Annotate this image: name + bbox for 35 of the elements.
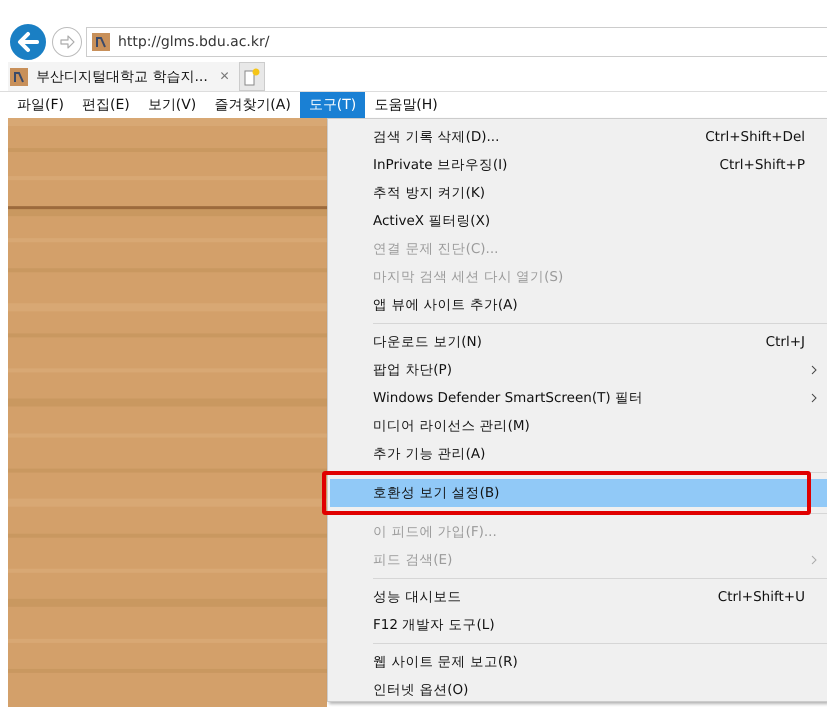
menu-bar-item[interactable]: 도구(T): [300, 92, 366, 118]
menu-bar-item[interactable]: 파일(F): [8, 92, 73, 118]
back-arrow-icon: [15, 29, 41, 55]
forward-arrow-icon: [58, 33, 76, 51]
tab-title: 부산디지털대학교 학습지...: [36, 68, 208, 86]
menu-item[interactable]: 추적 방지 켜기(K): [330, 179, 827, 207]
menu-item[interactable]: 팝업 차단(P): [330, 356, 827, 384]
browser-tab[interactable]: 부산디지털대학교 학습지... ×: [8, 62, 240, 91]
menu-item[interactable]: ActiveX 필터링(X): [330, 207, 827, 235]
close-tab-button[interactable]: ×: [216, 68, 234, 86]
menu-item[interactable]: InPrivate 브라우징(I) Ctrl+Shift+P: [330, 151, 827, 179]
menu-item[interactable]: 호환성 보기 설정(B): [330, 479, 827, 507]
new-tab-icon: [243, 66, 262, 86]
menu-item[interactable]: 미디어 라이선스 관리(M): [330, 412, 827, 440]
site-favicon-icon: [92, 33, 110, 51]
menu-bar-item[interactable]: 즐겨찾기(A): [205, 92, 300, 118]
menu-item[interactable]: 추가 기능 관리(A): [330, 440, 827, 468]
forward-button[interactable]: [52, 27, 82, 57]
menu-bar-item[interactable]: 보기(V): [138, 92, 206, 118]
site-favicon-icon: [10, 68, 28, 86]
submenu-chevron-icon: [811, 393, 817, 403]
menu-bar-item[interactable]: 도움말(H): [365, 92, 447, 118]
menu-item[interactable]: 다운로드 보기(N) Ctrl+J: [330, 328, 827, 356]
address-field[interactable]: http://glms.bdu.ac.kr/: [86, 27, 827, 57]
menu-item[interactable]: 앱 뷰에 사이트 추가(A): [330, 291, 827, 319]
menu-item[interactable]: 검색 기록 삭제(D)... Ctrl+Shift+Del: [330, 123, 827, 151]
new-tab-button[interactable]: [239, 62, 266, 91]
menu-item[interactable]: Windows Defender SmartScreen(T) 필터: [330, 384, 827, 412]
menu-item[interactable]: 웹 사이트 문제 보고(R): [330, 648, 827, 676]
submenu-chevron-icon: [811, 555, 817, 565]
menu-item[interactable]: 성능 대시보드 Ctrl+Shift+U: [330, 583, 827, 611]
menu-item[interactable]: F12 개발자 도구(L): [330, 611, 827, 639]
menu-item[interactable]: 인터넷 옵션(O): [330, 676, 827, 704]
menu-bar-item[interactable]: 편집(E): [72, 92, 139, 118]
submenu-chevron-icon: [811, 365, 817, 375]
